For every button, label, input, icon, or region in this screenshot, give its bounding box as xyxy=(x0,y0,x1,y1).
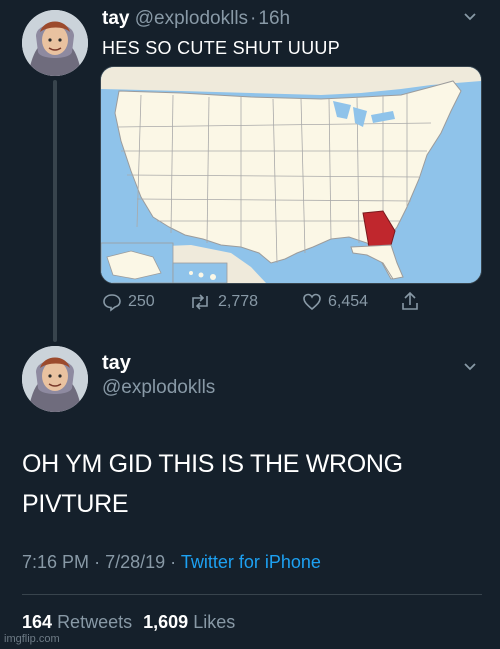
avatar-image xyxy=(22,346,88,412)
more-options-button[interactable] xyxy=(463,360,477,379)
tweet-text-line: OH YM GID THIS IS THE WRONG xyxy=(22,450,403,478)
watermark: imgflip.com xyxy=(4,633,60,645)
share-icon xyxy=(402,291,418,310)
engagement-stats: 164 Retweets 1,609 Likes xyxy=(22,612,235,633)
tweet-time[interactable]: 7:16 PM xyxy=(22,552,89,572)
tweet-image-us-map[interactable] xyxy=(100,66,482,284)
tweet-source-link[interactable]: Twitter for iPhone xyxy=(181,552,321,572)
separator-dot: · xyxy=(94,552,101,572)
thread-line xyxy=(53,80,57,342)
like-total: 1,609 xyxy=(143,612,189,632)
avatar[interactable] xyxy=(22,346,88,412)
author-handle[interactable]: @explodoklls xyxy=(102,377,215,399)
like-icon xyxy=(303,293,321,311)
tweet1-text: HES SO CUTE SHUT UUUP xyxy=(102,38,340,58)
retweet-icon xyxy=(192,294,208,310)
reply-icon xyxy=(103,294,121,312)
more-options-button[interactable] xyxy=(463,10,477,29)
like-count: 6,454 xyxy=(328,293,369,310)
retweets-stat[interactable]: 164 Retweets xyxy=(22,612,137,632)
separator-dot: · xyxy=(170,552,177,572)
us-map-image xyxy=(101,67,481,283)
share-button[interactable] xyxy=(400,290,420,312)
retweet-total: 164 xyxy=(22,612,53,632)
tweet-text-line: PIVTURE xyxy=(22,490,129,518)
reply-count: 250 xyxy=(128,293,155,310)
avatar-image xyxy=(22,10,88,76)
like-label: Likes xyxy=(193,612,236,632)
author-handle[interactable]: @explodoklls xyxy=(135,8,248,29)
chevron-down-icon xyxy=(464,13,476,21)
likes-stat[interactable]: 1,609 Likes xyxy=(143,612,235,632)
reply-button[interactable]: 250 xyxy=(102,292,155,312)
retweet-label: Retweets xyxy=(57,612,133,632)
separator-dot: · xyxy=(250,8,257,29)
tweet2-text: OH YM GID THIS IS THE WRONG PIVTURE xyxy=(22,444,403,524)
retweet-button[interactable]: 2,778 xyxy=(188,292,258,312)
chevron-down-icon xyxy=(464,363,476,371)
tweet-date[interactable]: 7/28/19 xyxy=(105,552,165,572)
author-name[interactable]: tay xyxy=(102,8,129,29)
tweet1-header: tay @explodoklls · 16h xyxy=(102,8,290,30)
retweet-count: 2,778 xyxy=(218,293,259,310)
avatar[interactable] xyxy=(22,10,88,76)
divider xyxy=(22,594,482,595)
tweet-metadata: 7:16 PM · 7/28/19 · Twitter for iPhone xyxy=(22,552,321,573)
like-button[interactable]: 6,454 xyxy=(302,292,368,312)
author-name[interactable]: tay xyxy=(102,352,131,375)
tweet-time[interactable]: 16h xyxy=(258,8,290,29)
